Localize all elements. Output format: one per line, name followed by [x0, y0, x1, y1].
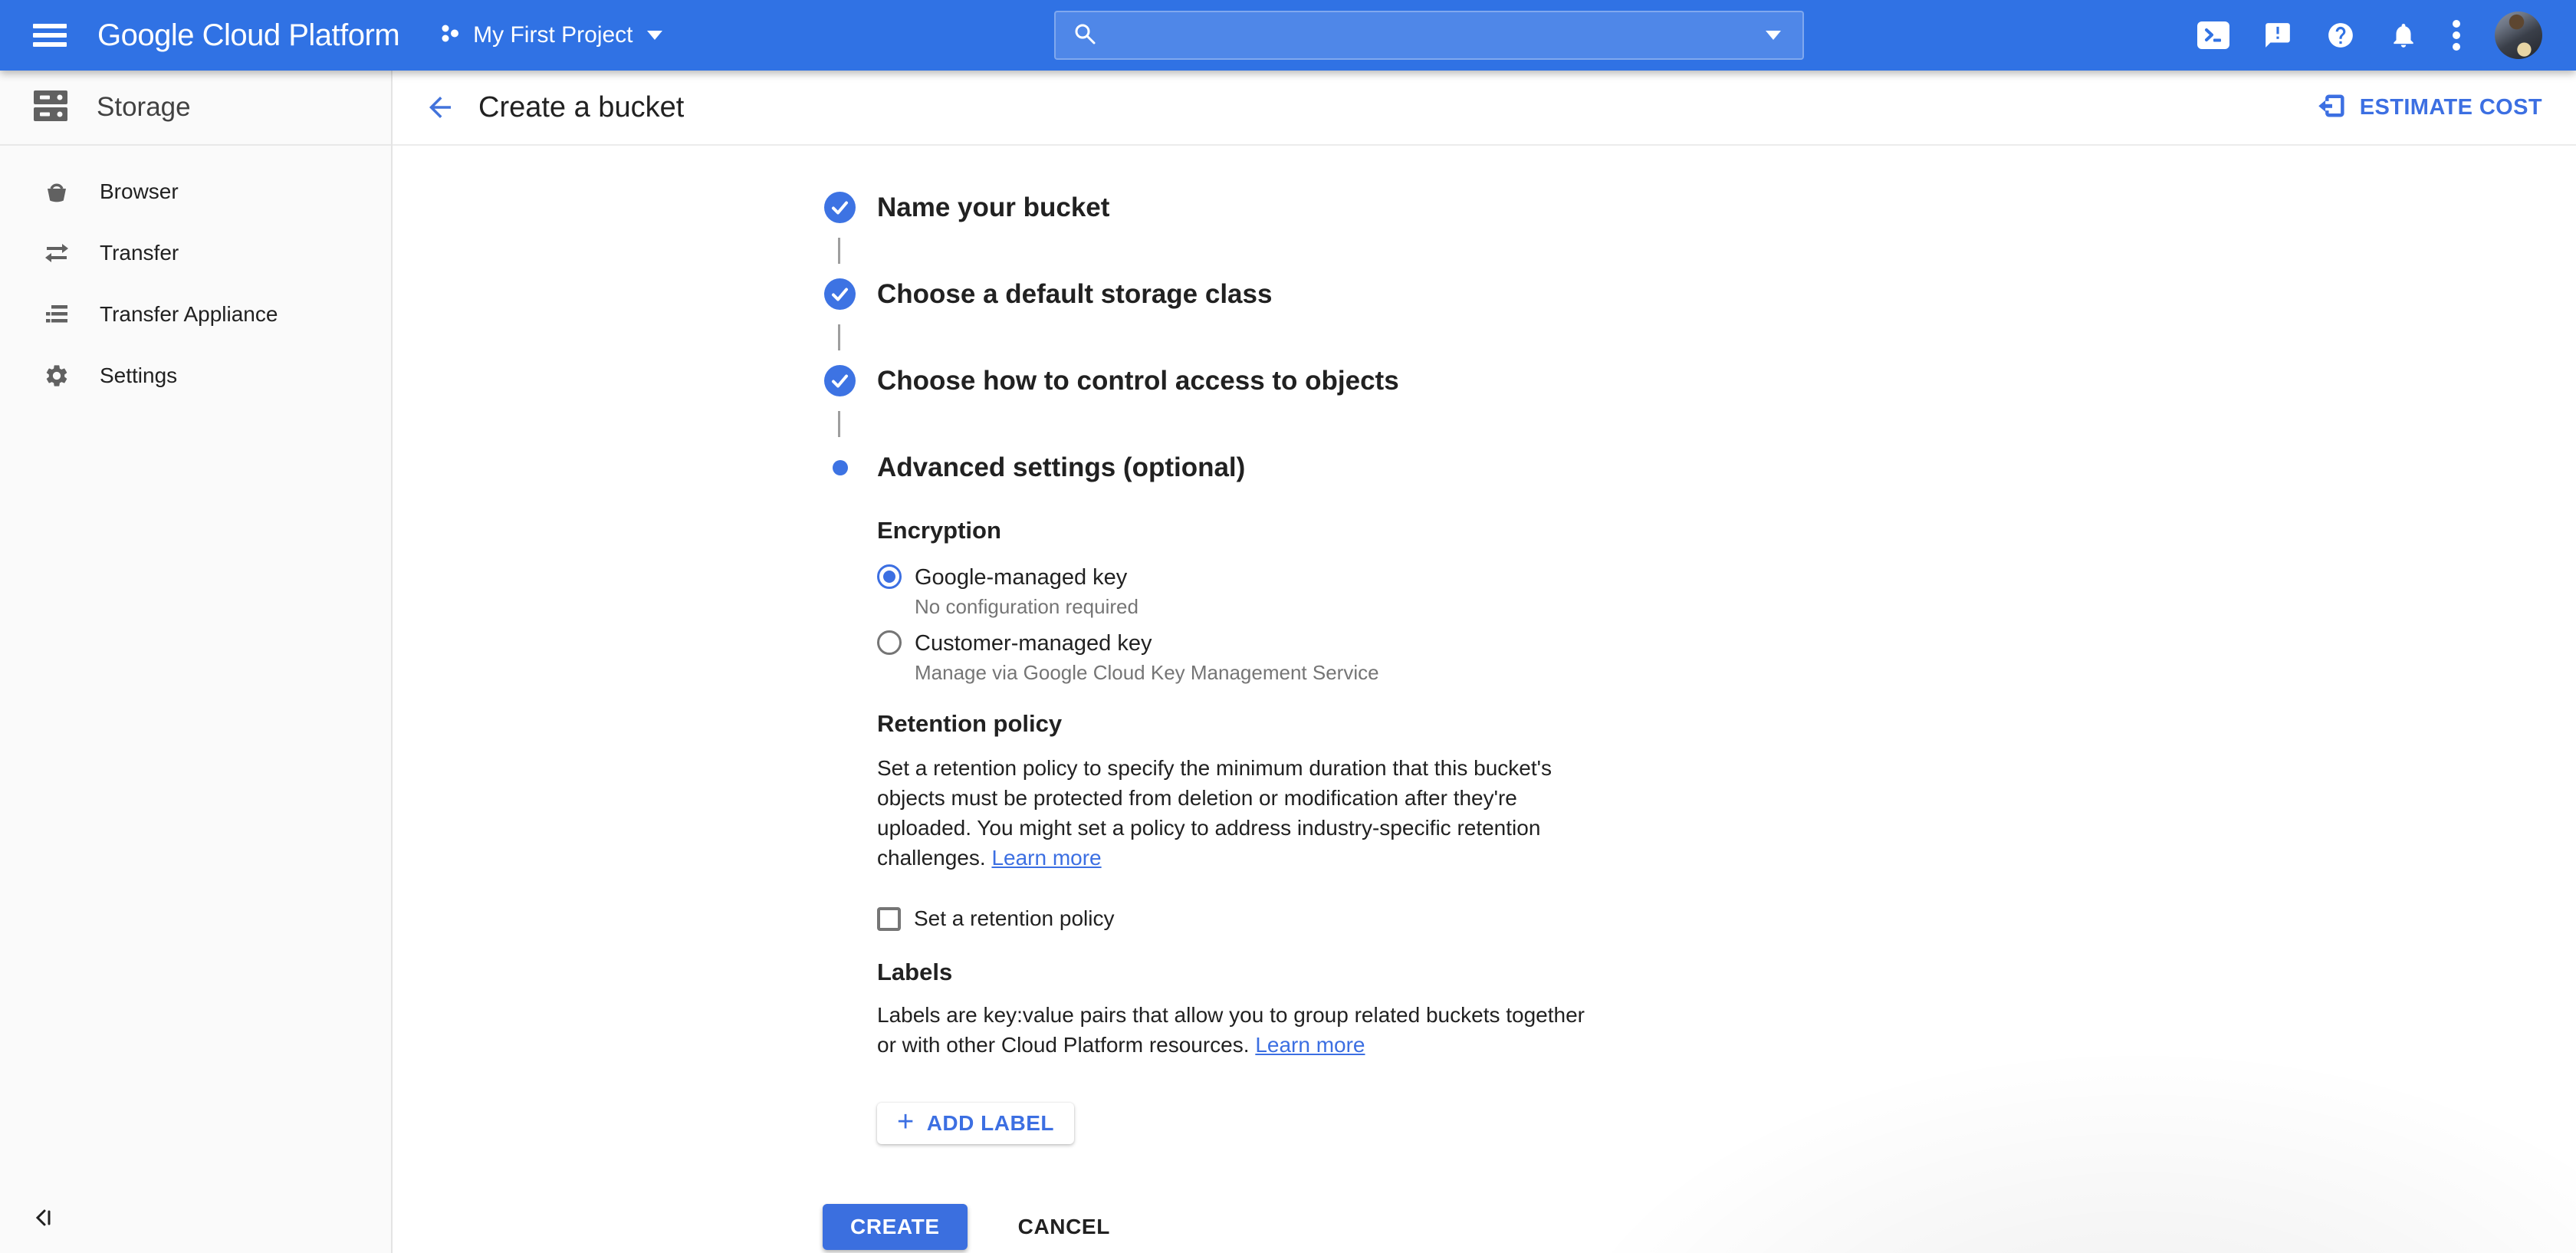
step-connector	[838, 324, 840, 350]
user-avatar[interactable]	[2495, 12, 2542, 59]
feedback-icon[interactable]	[2263, 21, 2292, 50]
retention-description: Set a retention policy to specify the mi…	[877, 753, 1602, 873]
more-vertical-icon[interactable]	[2452, 18, 2461, 52]
step-name-your-bucket[interactable]: Name your bucket	[824, 192, 1666, 223]
project-switcher[interactable]: My First Project	[438, 21, 662, 50]
radio-google-managed-key[interactable]	[877, 564, 902, 589]
add-label-button[interactable]: + ADD LABEL	[877, 1103, 1074, 1144]
main-panel: Create a bucket ESTIMATE COST Name your …	[393, 71, 2576, 1253]
estimate-cost-button[interactable]: ESTIMATE COST	[2317, 90, 2542, 125]
app-bar-actions	[2197, 12, 2542, 59]
storage-product-icon	[32, 89, 69, 127]
chevron-down-icon	[647, 31, 662, 40]
step-title: Choose a default storage class	[877, 279, 1272, 310]
help-icon[interactable]	[2326, 21, 2355, 50]
step-connector	[838, 411, 840, 437]
add-label-button-text: ADD LABEL	[927, 1111, 1054, 1136]
step-connector	[838, 238, 840, 264]
project-switcher-icon	[438, 21, 462, 50]
retention-learn-more-link[interactable]: Learn more	[991, 846, 1101, 870]
sidebar-item-transfer-appliance[interactable]: Transfer Appliance	[0, 284, 391, 345]
sidebar-item-browser[interactable]: Browser	[0, 161, 391, 222]
radio-option-google-managed-key[interactable]: Google-managed key No configuration requ…	[877, 564, 1666, 618]
sidebar-item-settings[interactable]: Settings	[0, 345, 391, 406]
sidebar-nav: Browser Transfer Transfer Appliance Sett…	[0, 146, 391, 406]
project-name: My First Project	[473, 22, 632, 48]
checkbox-label: Set a retention policy	[914, 906, 1115, 931]
plus-icon: +	[897, 1107, 915, 1136]
encryption-heading: Encryption	[877, 517, 1666, 544]
search-icon	[1073, 21, 1097, 50]
create-bucket-form: Name your bucket Choose a default storag…	[823, 146, 1666, 1250]
sidebar-item-label: Transfer	[100, 241, 179, 265]
step-check-icon	[824, 365, 856, 396]
step-storage-class[interactable]: Choose a default storage class	[824, 278, 1666, 310]
labels-description-text: Labels are key:value pairs that allow yo…	[877, 1003, 1585, 1057]
radio-sublabel: Manage via Google Cloud Key Management S…	[915, 661, 1379, 684]
step-check-icon	[824, 278, 856, 310]
sidebar: Storage Browser Transfer Transfer Applia…	[0, 71, 393, 1253]
cloud-shell-icon[interactable]	[2197, 21, 2229, 49]
search-input[interactable]	[1109, 23, 1766, 48]
sidebar-item-label: Settings	[100, 363, 177, 388]
search-bar[interactable]	[1054, 11, 1804, 60]
radio-label: Customer-managed key	[915, 630, 1379, 656]
cancel-button[interactable]: CANCEL	[1006, 1204, 1122, 1250]
step-check-icon	[824, 192, 856, 223]
retention-checkbox-row[interactable]: Set a retention policy	[877, 906, 1666, 931]
step-current-dot-icon	[833, 460, 848, 475]
sidebar-header: Storage	[0, 71, 391, 146]
form-actions: CREATE CANCEL	[823, 1204, 1666, 1250]
retention-heading: Retention policy	[877, 710, 1666, 738]
radio-sublabel: No configuration required	[915, 595, 1138, 618]
sidebar-item-transfer[interactable]: Transfer	[0, 222, 391, 284]
product-logo[interactable]: Google Cloud Platform	[97, 18, 399, 53]
page-title: Create a bucket	[478, 91, 684, 124]
collapse-sidebar-icon[interactable]	[31, 1205, 57, 1235]
labels-heading: Labels	[877, 959, 1666, 986]
radio-customer-managed-key[interactable]	[877, 630, 902, 655]
radio-label: Google-managed key	[915, 564, 1138, 590]
retention-description-text: Set a retention policy to specify the mi…	[877, 756, 1552, 870]
hamburger-menu-icon[interactable]	[33, 24, 67, 47]
set-retention-policy-checkbox[interactable]	[877, 907, 901, 931]
gear-icon	[43, 363, 71, 389]
estimate-cost-label: ESTIMATE COST	[2360, 95, 2542, 120]
step-access-control[interactable]: Choose how to control access to objects	[824, 365, 1666, 396]
step-title: Choose how to control access to objects	[877, 366, 1399, 396]
step-title: Advanced settings (optional)	[877, 452, 1245, 483]
appliance-list-icon	[43, 301, 71, 327]
labels-description: Labels are key:value pairs that allow yo…	[877, 1000, 1602, 1060]
sidebar-item-label: Browser	[100, 179, 179, 204]
sidebar-title: Storage	[97, 92, 191, 123]
create-button[interactable]: CREATE	[823, 1204, 968, 1250]
bucket-icon	[43, 179, 71, 205]
app-bar: Google Cloud Platform My First Project	[0, 0, 2576, 71]
estimate-cost-icon	[2317, 90, 2348, 125]
search-dropdown-caret-icon[interactable]	[1766, 31, 1781, 40]
step-advanced-settings[interactable]: Advanced settings (optional)	[824, 452, 1666, 483]
radio-option-customer-managed-key[interactable]: Customer-managed key Manage via Google C…	[877, 630, 1666, 684]
page-header: Create a bucket ESTIMATE COST	[393, 71, 2576, 146]
sidebar-item-label: Transfer Appliance	[100, 302, 278, 327]
labels-learn-more-link[interactable]: Learn more	[1255, 1033, 1365, 1057]
transfer-arrows-icon	[43, 240, 71, 266]
step-title: Name your bucket	[877, 192, 1109, 223]
back-arrow-icon[interactable]	[423, 90, 457, 124]
notifications-bell-icon[interactable]	[2389, 21, 2418, 50]
